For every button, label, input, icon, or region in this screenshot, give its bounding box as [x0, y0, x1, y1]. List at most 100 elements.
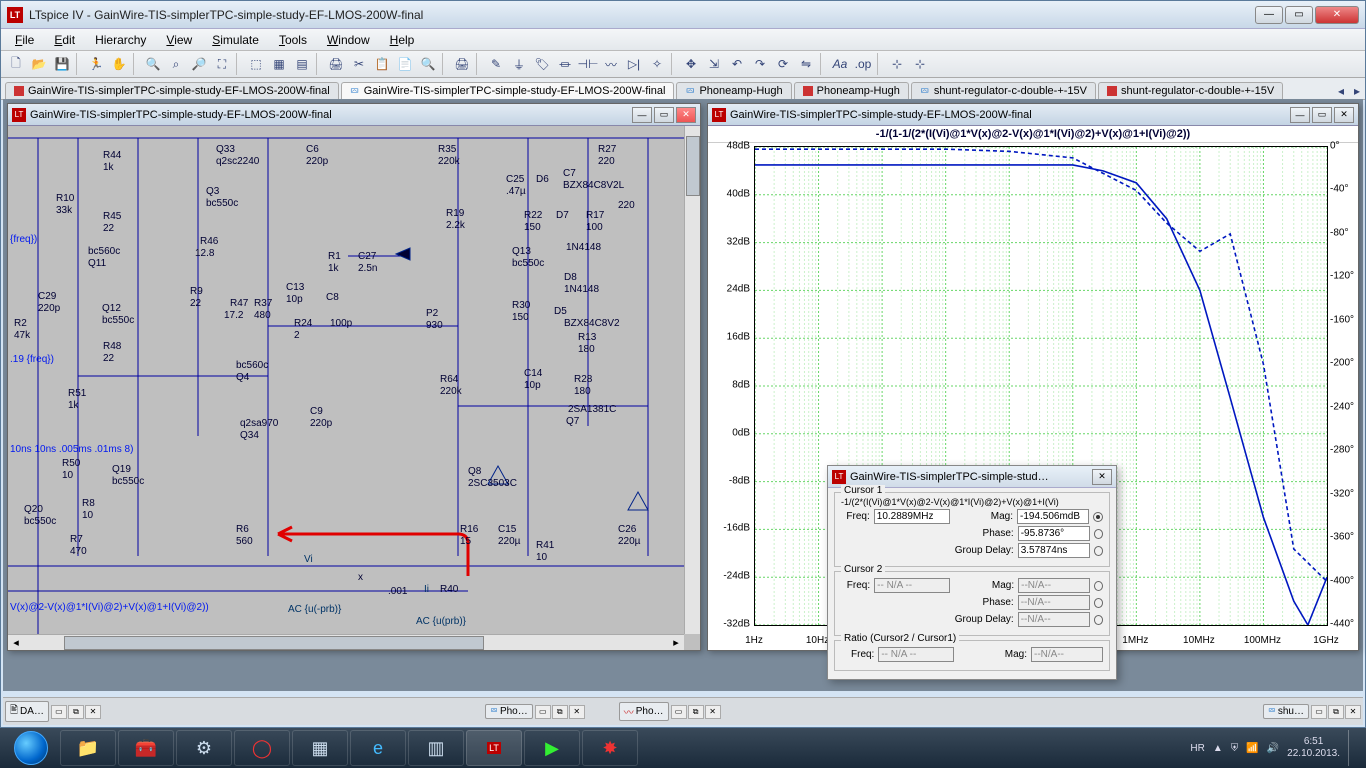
start-button[interactable]: [4, 730, 58, 766]
min-close-icon[interactable]: ✕: [85, 705, 101, 719]
zoom-in-icon[interactable]: 🔍: [142, 53, 164, 75]
taskbar-ltspice[interactable]: LT: [466, 730, 522, 766]
doc-tab-4[interactable]: ⮹shunt-regulator-c-double-+-15V: [911, 82, 1096, 99]
dialog-close-button[interactable]: ✕: [1092, 469, 1112, 485]
cursor2-gd-radio[interactable]: [1094, 615, 1103, 625]
mdi-maximize-button[interactable]: ▭: [1312, 107, 1332, 123]
wire-icon[interactable]: ✎: [485, 53, 507, 75]
cursor2-phase-radio[interactable]: [1094, 598, 1103, 608]
menu-help[interactable]: Help: [380, 31, 425, 49]
drag-icon[interactable]: ⇲: [703, 53, 725, 75]
cursor1-mag-radio[interactable]: [1093, 512, 1103, 522]
cap-icon[interactable]: ⊣⊢: [577, 53, 599, 75]
cursor1-gd-radio[interactable]: [1094, 546, 1103, 556]
taskbar-explorer[interactable]: 📁: [60, 730, 116, 766]
minimize-button[interactable]: —: [1255, 6, 1283, 24]
resistor-icon[interactable]: ⏛: [554, 53, 576, 75]
min-max-icon[interactable]: ⧉: [552, 705, 568, 719]
doc-tab-3[interactable]: Phoneamp-Hugh: [794, 82, 909, 99]
tray-flag-icon[interactable]: ▲: [1213, 743, 1223, 754]
menu-view[interactable]: View: [156, 31, 202, 49]
mdi-titlebar[interactable]: LT GainWire-TIS-simplerTPC-simple-study-…: [8, 104, 700, 126]
inductor-icon[interactable]: 〰: [600, 53, 622, 75]
cursor2-gd-input[interactable]: [1018, 612, 1090, 627]
ground-icon[interactable]: ⏚: [508, 53, 530, 75]
bottom-tab-2[interactable]: 〰Pho…: [619, 702, 669, 721]
print-icon[interactable]: 🖨: [325, 53, 347, 75]
taskbar-app-3[interactable]: ▦: [292, 730, 348, 766]
menu-file[interactable]: File: [5, 31, 44, 49]
scrollbar-horizontal[interactable]: ◂ ▸: [8, 634, 684, 650]
label-icon[interactable]: 🏷: [531, 53, 553, 75]
menu-hierarchy[interactable]: Hierarchy: [85, 31, 156, 49]
mdi-titlebar[interactable]: LT GainWire-TIS-simplerTPC-simple-study-…: [708, 104, 1358, 126]
taskbar-app-6[interactable]: ✸: [582, 730, 638, 766]
tray-network-icon[interactable]: 📶: [1246, 743, 1258, 754]
cursor-dialog[interactable]: LT GainWire-TIS-simplerTPC-simple-stud… …: [827, 465, 1117, 680]
cursor2-mag-radio[interactable]: [1094, 581, 1103, 591]
bottom-tab-0[interactable]: 🖹DA…: [5, 701, 49, 722]
close-button[interactable]: ✕: [1315, 6, 1359, 24]
cursor1-freq-input[interactable]: [874, 509, 950, 524]
language-indicator[interactable]: HR: [1190, 743, 1204, 754]
net-icon[interactable]: ⊹: [886, 53, 908, 75]
min-restore-icon[interactable]: ▭: [671, 705, 687, 719]
taskbar-clock[interactable]: 6:51 22.10.2013.: [1287, 736, 1340, 760]
mdi-close-button[interactable]: ✕: [1334, 107, 1354, 123]
menu-edit[interactable]: Edit: [44, 31, 85, 49]
text-icon[interactable]: Aa: [829, 53, 851, 75]
taskbar-trend[interactable]: ◯: [234, 730, 290, 766]
min-close-icon[interactable]: ✕: [1345, 705, 1361, 719]
cursor1-phase-radio[interactable]: [1094, 529, 1103, 539]
undo-icon[interactable]: ↶: [726, 53, 748, 75]
cursor2-mag-input[interactable]: [1018, 578, 1090, 593]
min-close-icon[interactable]: ✕: [569, 705, 585, 719]
tile-icon[interactable]: ▦: [268, 53, 290, 75]
ratio-freq-input[interactable]: [878, 647, 954, 662]
system-tray[interactable]: HR ▲ ⛨ 📶 🔊 6:51 22.10.2013.: [1190, 730, 1362, 766]
tray-action-icon[interactable]: ⛨: [1231, 743, 1239, 754]
doc-tab-2[interactable]: ⮹Phoneamp-Hugh: [676, 82, 791, 99]
titlebar[interactable]: LT LTspice IV - GainWire-TIS-simplerTPC-…: [1, 1, 1365, 29]
mirror-icon[interactable]: ⇋: [795, 53, 817, 75]
tab-scroll-left-icon[interactable]: ◂: [1333, 83, 1349, 99]
mdi-minimize-button[interactable]: —: [1290, 107, 1310, 123]
cascade-icon[interactable]: ▤: [291, 53, 313, 75]
zoom-area-icon[interactable]: ⌕: [165, 53, 187, 75]
zoom-fit-icon[interactable]: ⛶: [211, 53, 233, 75]
zoom-out-icon[interactable]: 🔎: [188, 53, 210, 75]
doc-tab-5[interactable]: shunt-regulator-c-double-+-15V: [1098, 82, 1283, 99]
min-restore-icon[interactable]: ▭: [535, 705, 551, 719]
scrollbar-vertical[interactable]: [684, 126, 700, 634]
diode-icon[interactable]: ▷|: [623, 53, 645, 75]
ratio-mag-input[interactable]: [1031, 647, 1103, 662]
search-icon[interactable]: 🔍: [417, 53, 439, 75]
cursor1-mag-input[interactable]: [1017, 509, 1089, 524]
taskbar-app-5[interactable]: ▶: [524, 730, 580, 766]
move-icon[interactable]: ✥: [680, 53, 702, 75]
cursor2-freq-input[interactable]: [874, 578, 950, 593]
mdi-minimize-button[interactable]: —: [632, 107, 652, 123]
taskbar-ie[interactable]: e: [350, 730, 406, 766]
min-close-icon[interactable]: ✕: [705, 705, 721, 719]
autorange-icon[interactable]: ⬚: [245, 53, 267, 75]
component-icon[interactable]: ✧: [646, 53, 668, 75]
min-max-icon[interactable]: ⧉: [1328, 705, 1344, 719]
redo-icon[interactable]: ↷: [749, 53, 771, 75]
min-restore-icon[interactable]: ▭: [51, 705, 67, 719]
rotate-icon[interactable]: ⟳: [772, 53, 794, 75]
save-icon[interactable]: 💾: [51, 53, 73, 75]
setup-icon[interactable]: 🖨: [451, 53, 473, 75]
cursor2-phase-input[interactable]: [1018, 595, 1090, 610]
run-icon[interactable]: 🏃: [85, 53, 107, 75]
mdi-maximize-button[interactable]: ▭: [654, 107, 674, 123]
min-max-icon[interactable]: ⧉: [68, 705, 84, 719]
menu-simulate[interactable]: Simulate: [202, 31, 269, 49]
doc-tab-0[interactable]: GainWire-TIS-simplerTPC-simple-study-EF-…: [5, 82, 339, 99]
cut-icon[interactable]: ✂: [348, 53, 370, 75]
stop-icon[interactable]: ✋: [108, 53, 130, 75]
tray-volume-icon[interactable]: 🔊: [1267, 743, 1279, 754]
bottom-tab-3[interactable]: ⮹shu…: [1263, 704, 1309, 719]
taskbar-app-2[interactable]: ⚙: [176, 730, 232, 766]
menu-window[interactable]: Window: [317, 31, 380, 49]
